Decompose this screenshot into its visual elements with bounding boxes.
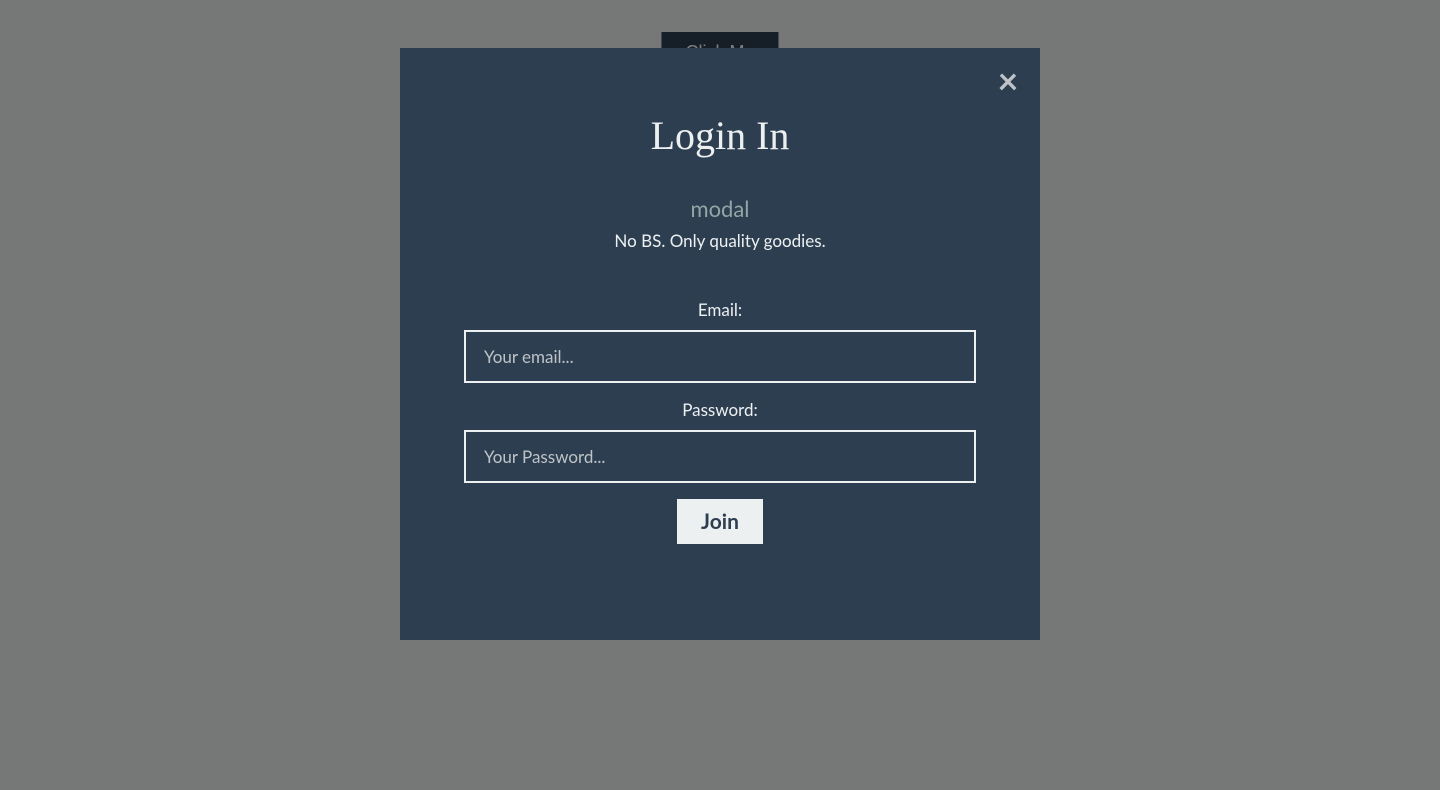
password-field[interactable]	[464, 430, 976, 483]
password-label: Password:	[448, 399, 992, 420]
email-field[interactable]	[464, 330, 976, 383]
email-label: Email:	[448, 299, 992, 320]
close-icon[interactable]: ×	[988, 60, 1028, 100]
join-button[interactable]: Join	[677, 499, 763, 544]
login-modal: × Login In modal No BS. Only quality goo…	[400, 48, 1040, 640]
modal-title: Login In	[448, 112, 992, 159]
modal-tagline: No BS. Only quality goodies.	[448, 230, 992, 251]
modal-subtitle: modal	[448, 195, 992, 222]
